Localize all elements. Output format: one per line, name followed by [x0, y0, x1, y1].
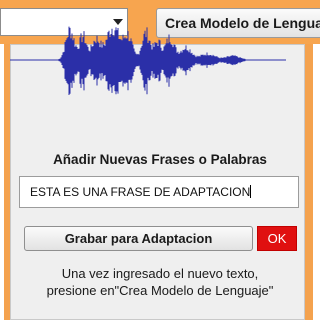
phrase-text: ESTA ES UNA FRASE DE ADAPTACION	[30, 185, 251, 199]
instruction-text: Una vez ingresado el nuevo texto, presio…	[0, 265, 320, 299]
record-adaptation-button[interactable]: Grabar para Adaptacion	[24, 226, 253, 251]
panel-title: Añadir Nuevas Frases o Palabras	[53, 152, 267, 167]
ok-button[interactable]: OK	[257, 226, 297, 251]
text-caret	[250, 185, 252, 198]
instruction-line-1: Una vez ingresado el nuevo texto,	[61, 266, 259, 281]
instruction-line-2: presione en"Crea Modelo de Lenguaje"	[46, 283, 274, 298]
waveform-display	[10, 26, 286, 95]
app-window: Crea Modelo de Lenguaje Añadir Nuevas Fr…	[0, 0, 320, 320]
phrase-input[interactable]: ESTA ES UNA FRASE DE ADAPTACION	[19, 176, 299, 208]
